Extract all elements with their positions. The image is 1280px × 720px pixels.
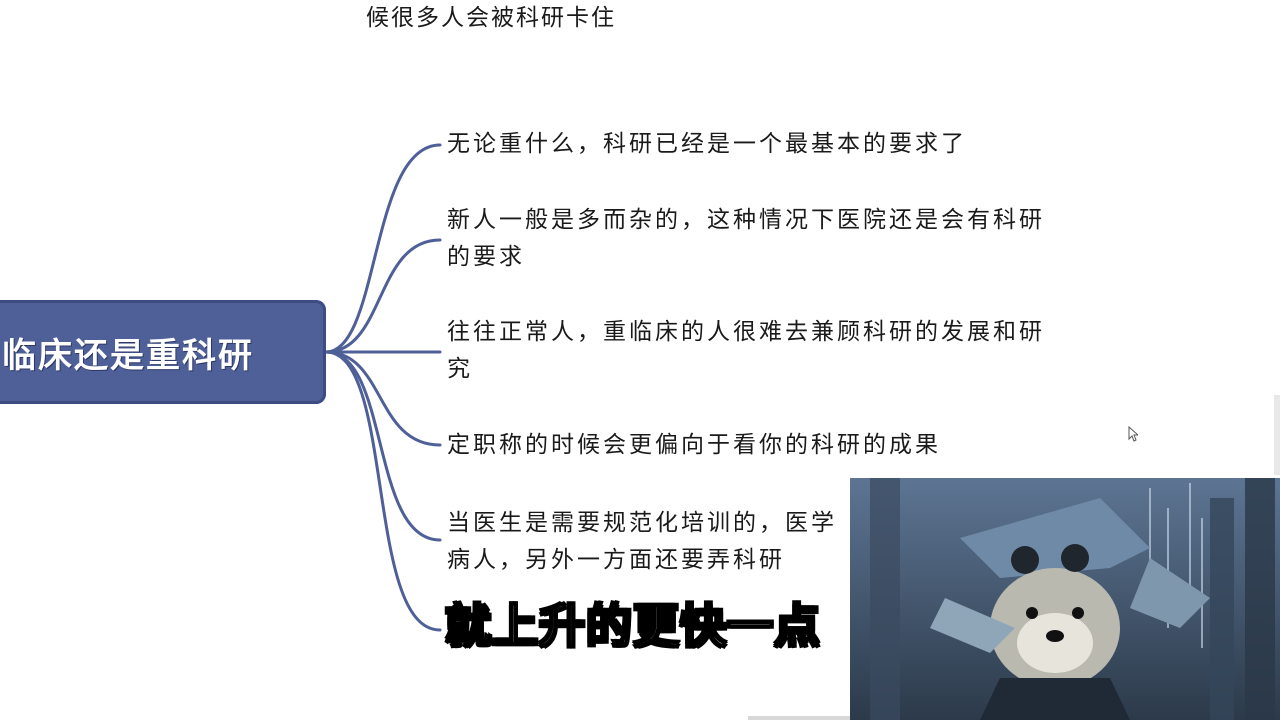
connector-line-1: [324, 143, 442, 354]
connector-line-6: [324, 350, 442, 632]
connector-line-2: [324, 238, 442, 354]
video-overlay: [850, 478, 1280, 720]
branch-text-3: 往往正常人，重临床的人很难去兼顾科研的发展和研 究: [447, 319, 1045, 382]
bottom-edge: [748, 716, 850, 720]
mindmap-root-node: 临床还是重科研: [0, 300, 326, 404]
branch-text-4: 定职称的时候会更偏向于看你的科研的成果: [447, 432, 941, 458]
mouse-cursor-icon: [1128, 426, 1138, 442]
root-label: 临床还是重科研: [2, 335, 254, 376]
video-frame-image: [850, 478, 1280, 720]
branch-text-2: 新人一般是多而杂的，这种情况下医院还是会有科研 的要求: [447, 207, 1045, 270]
frame-edge: [1274, 395, 1280, 475]
video-subtitle: 就上升的更快一点: [444, 598, 821, 654]
branch-text-1: 无论重什么，科研已经是一个最基本的要求了: [447, 131, 967, 157]
connector-line-4: [324, 350, 442, 447]
